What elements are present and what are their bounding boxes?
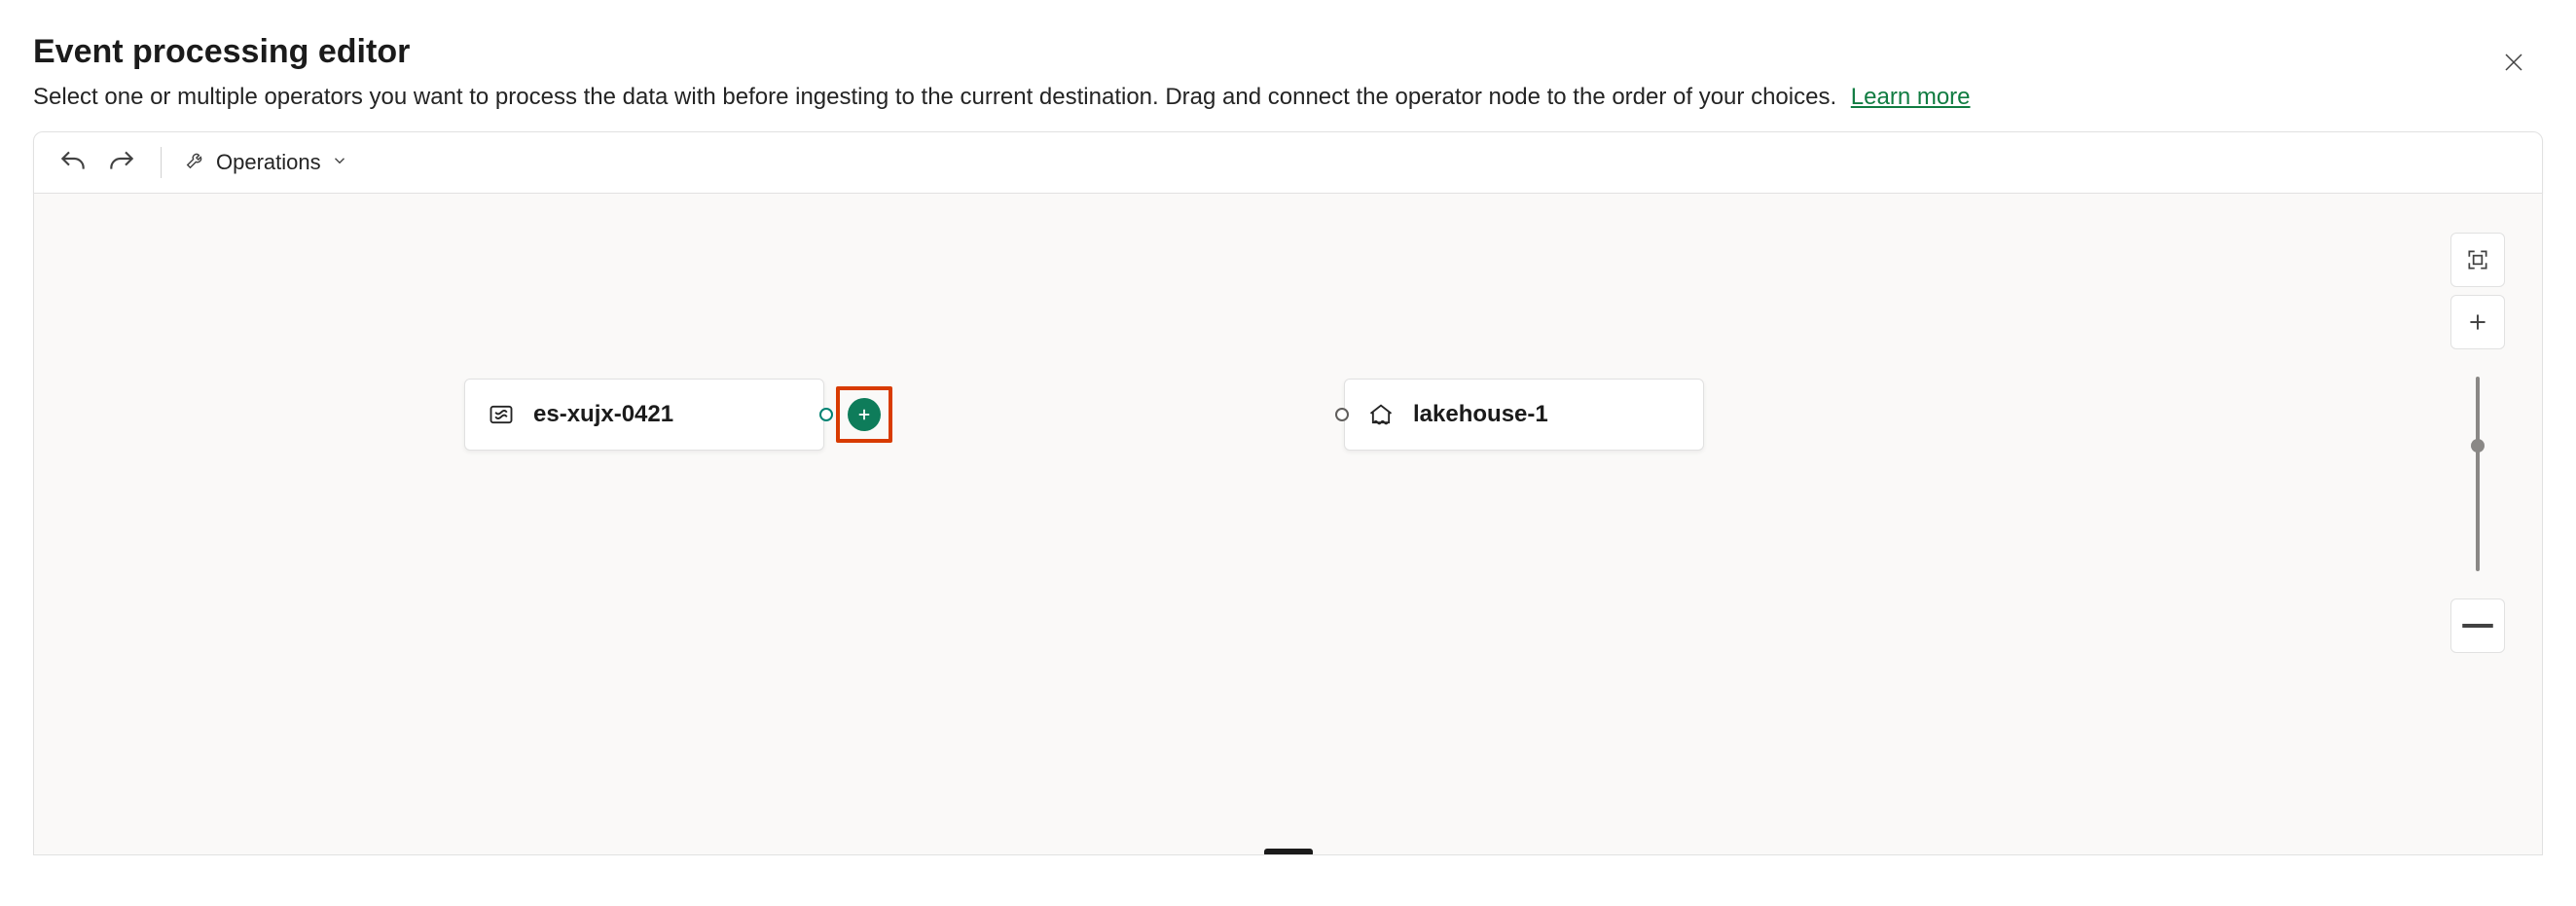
plus-icon <box>2465 309 2490 335</box>
toolbar-separator <box>161 147 162 178</box>
lakehouse-icon <box>1366 400 1396 429</box>
close-icon <box>2502 51 2525 74</box>
minus-icon <box>2451 599 2504 652</box>
destination-input-port[interactable] <box>1335 408 1349 421</box>
undo-icon <box>57 147 89 178</box>
eventstream-icon <box>487 400 516 429</box>
redo-icon <box>106 147 137 178</box>
wrench-icon <box>185 149 206 176</box>
zoom-slider[interactable] <box>2476 357 2480 591</box>
destination-node-label: lakehouse-1 <box>1413 401 1548 428</box>
chevron-down-icon <box>331 150 348 175</box>
page-subtitle: Select one or multiple operators you wan… <box>33 81 2543 114</box>
panel-resize-handle[interactable] <box>1264 849 1313 855</box>
toolbar: Operations <box>33 131 2543 194</box>
operations-dropdown[interactable]: Operations <box>185 149 348 176</box>
operations-label: Operations <box>216 150 321 175</box>
zoom-slider-track <box>2476 377 2480 571</box>
add-operator-highlight <box>836 386 892 443</box>
source-node[interactable]: es-xujx-0421 <box>464 379 824 451</box>
add-operator-button[interactable] <box>848 398 881 431</box>
zoom-in-button[interactable] <box>2450 295 2505 349</box>
destination-node[interactable]: lakehouse-1 <box>1344 379 1704 451</box>
editor-header: Event processing editor Select one or mu… <box>0 0 2576 131</box>
subtitle-text: Select one or multiple operators you wan… <box>33 84 1836 110</box>
source-output-port[interactable] <box>819 408 833 421</box>
plus-icon <box>855 406 873 423</box>
zoom-controls <box>2449 233 2507 653</box>
learn-more-link[interactable]: Learn more <box>1851 84 1971 110</box>
source-node-label: es-xujx-0421 <box>533 401 673 428</box>
zoom-fit-button[interactable] <box>2450 233 2505 287</box>
close-button[interactable] <box>2498 47 2529 78</box>
page-title: Event processing editor <box>33 33 2543 71</box>
process-canvas[interactable]: es-xujx-0421 lakehouse-1 <box>33 194 2543 855</box>
fit-screen-icon <box>2465 247 2490 272</box>
redo-button[interactable] <box>106 147 137 178</box>
zoom-out-button[interactable] <box>2450 598 2505 653</box>
undo-button[interactable] <box>57 147 89 178</box>
zoom-slider-thumb[interactable] <box>2471 439 2485 453</box>
